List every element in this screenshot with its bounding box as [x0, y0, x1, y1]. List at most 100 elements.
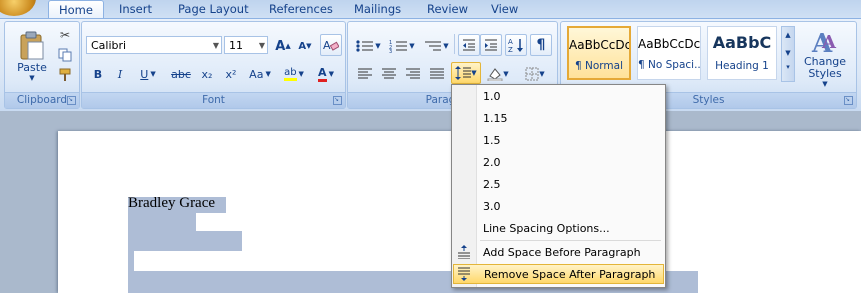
italic-button[interactable]: I — [110, 63, 130, 85]
decrease-indent-button[interactable] — [458, 34, 480, 56]
line-spacing-option[interactable]: 2.0 — [477, 153, 664, 173]
menu-separator — [480, 240, 661, 241]
shading-button[interactable]: ▼ — [482, 63, 514, 85]
down-arrow-icon: ▼ — [306, 42, 312, 50]
justify-button[interactable] — [426, 63, 448, 85]
style-normal-preview: AaBbCcDc — [569, 38, 629, 52]
underline-icon: U — [140, 67, 149, 81]
chevron-down-icon: ▼ — [822, 80, 828, 88]
change-case-button[interactable]: Aa ▼ — [244, 63, 276, 85]
highlight-button[interactable]: ab ▼ — [278, 63, 310, 85]
underline-button[interactable]: U ▼ — [134, 63, 162, 85]
align-center-icon — [382, 68, 396, 79]
shrink-font-button[interactable]: A ▼ — [294, 35, 316, 57]
change-styles-button[interactable]: A A Change Styles ▼ — [797, 26, 853, 90]
line-spacing-option[interactable]: 3.0 — [477, 197, 664, 217]
sort-icon: AZ — [508, 38, 523, 53]
scroll-up-icon: ▲ — [785, 31, 791, 39]
numbering-icon: 123 — [389, 40, 408, 53]
tab-review[interactable]: Review — [427, 0, 468, 18]
line-spacing-option[interactable]: 1.15 — [477, 109, 664, 129]
font-name-value: Calibri — [91, 39, 127, 52]
font-size-combo[interactable]: 11 ▼ — [224, 36, 268, 54]
bullets-icon — [356, 40, 374, 52]
document-text-line: Bradley Grace — [128, 195, 216, 211]
sort-button[interactable]: AZ — [505, 34, 527, 56]
font-color-icon: A — [318, 66, 327, 82]
style-normal[interactable]: AaBbCcDc ¶ Normal — [567, 26, 631, 80]
shading-icon — [487, 68, 503, 81]
remove-space-after-label: Remove Space After Paragraph — [484, 268, 656, 281]
tab-insert[interactable]: Insert — [119, 0, 152, 18]
multilevel-list-button[interactable]: ▼ — [420, 35, 452, 57]
scroll-down-icon: ▼ — [785, 49, 791, 57]
tab-view[interactable]: View — [491, 0, 518, 18]
chevron-down-icon: ▼ — [212, 41, 219, 50]
change-styles-icon: A A — [811, 29, 837, 56]
highlight-icon: ab — [284, 67, 297, 81]
align-center-button[interactable] — [378, 63, 400, 85]
paste-button[interactable]: Paste ▼ — [9, 26, 55, 86]
chevron-down-icon: ▼ — [503, 70, 509, 78]
styles-launcher-icon[interactable]: ↘ — [844, 96, 853, 105]
cut-button[interactable]: ✂ — [55, 26, 75, 44]
selection-highlight — [128, 251, 134, 271]
show-formatting-button[interactable]: ¶ — [530, 34, 552, 56]
font-name-combo[interactable]: Calibri ▼ — [86, 36, 222, 54]
style-no-spacing[interactable]: AaBbCcDc ¶ No Spaci... — [637, 26, 701, 80]
line-spacing-options-item[interactable]: Line Spacing Options... — [477, 219, 664, 239]
clear-formatting-button[interactable]: A — [320, 34, 342, 56]
bold-button[interactable]: B — [88, 63, 108, 85]
copy-button[interactable] — [55, 46, 75, 64]
style-no-spacing-preview: AaBbCcDc — [638, 37, 700, 51]
office-button[interactable] — [0, 0, 36, 16]
subscript-button[interactable]: x₂ — [196, 63, 218, 85]
svg-text:Z: Z — [508, 46, 513, 53]
font-color-button[interactable]: A ▼ — [310, 63, 342, 85]
clipboard-launcher-icon[interactable]: ↘ — [67, 96, 76, 105]
line-spacing-option[interactable]: 2.5 — [477, 175, 664, 195]
strikethrough-button[interactable]: abc — [168, 63, 194, 85]
superscript-button[interactable]: x² — [220, 63, 242, 85]
grow-font-button[interactable]: A ▲ — [272, 35, 294, 57]
selection-highlight — [128, 231, 242, 251]
chevron-down-icon: ▼ — [471, 69, 477, 77]
chevron-down-icon: ▼ — [409, 42, 415, 50]
italic-icon: I — [117, 67, 123, 81]
tab-mailings[interactable]: Mailings — [354, 0, 401, 18]
paste-label: Paste — [17, 60, 47, 74]
style-heading-1[interactable]: AaBbC Heading 1 — [707, 26, 777, 80]
svg-text:A: A — [821, 32, 837, 53]
more-icon: ▾ — [786, 63, 790, 71]
line-spacing-option[interactable]: 1.5 — [477, 131, 664, 151]
bullets-button[interactable]: ▼ — [352, 35, 384, 57]
line-spacing-option[interactable]: 1.0 — [477, 87, 664, 107]
decrease-indent-icon — [463, 39, 475, 51]
format-painter-button[interactable] — [55, 66, 75, 84]
shrink-font-icon: A — [298, 40, 307, 52]
increase-indent-button[interactable] — [480, 34, 502, 56]
numbering-button[interactable]: 123 ▼ — [386, 35, 418, 57]
align-right-button[interactable] — [402, 63, 424, 85]
styles-gallery-scroll[interactable]: ▲ ▼ ▾ — [781, 26, 795, 82]
scissors-icon: ✂ — [59, 28, 71, 42]
tab-references[interactable]: References — [269, 0, 333, 18]
borders-icon — [525, 67, 539, 81]
chevron-down-icon: ▼ — [150, 70, 156, 78]
ribbon: Paste ▼ ✂ Clipboard ↘ Calibri ▼ 11 ▼ A ▲ … — [0, 18, 861, 112]
tab-home[interactable]: Home — [48, 0, 104, 19]
format-painter-icon — [59, 68, 71, 81]
clipboard-group: Paste ▼ ✂ Clipboard ↘ — [4, 21, 80, 109]
borders-button[interactable]: ▼ — [518, 63, 552, 85]
line-spacing-button[interactable]: ▼ — [451, 62, 481, 84]
tab-page-layout[interactable]: Page Layout — [178, 0, 249, 18]
font-launcher-icon[interactable]: ↘ — [333, 96, 342, 105]
align-left-button[interactable] — [354, 63, 376, 85]
svg-text:A: A — [508, 38, 513, 46]
chevron-down-icon: ▼ — [328, 70, 334, 78]
selection-highlight — [128, 213, 196, 231]
add-space-before-item[interactable]: Add Space Before Paragraph — [477, 243, 664, 263]
line-spacing-icon — [455, 66, 472, 80]
font-group: Calibri ▼ 11 ▼ A ▲ A ▼ A B I U ▼ abc x₂ x² … — [81, 21, 346, 109]
remove-space-after-item[interactable]: Remove Space After Paragraph — [453, 264, 664, 284]
